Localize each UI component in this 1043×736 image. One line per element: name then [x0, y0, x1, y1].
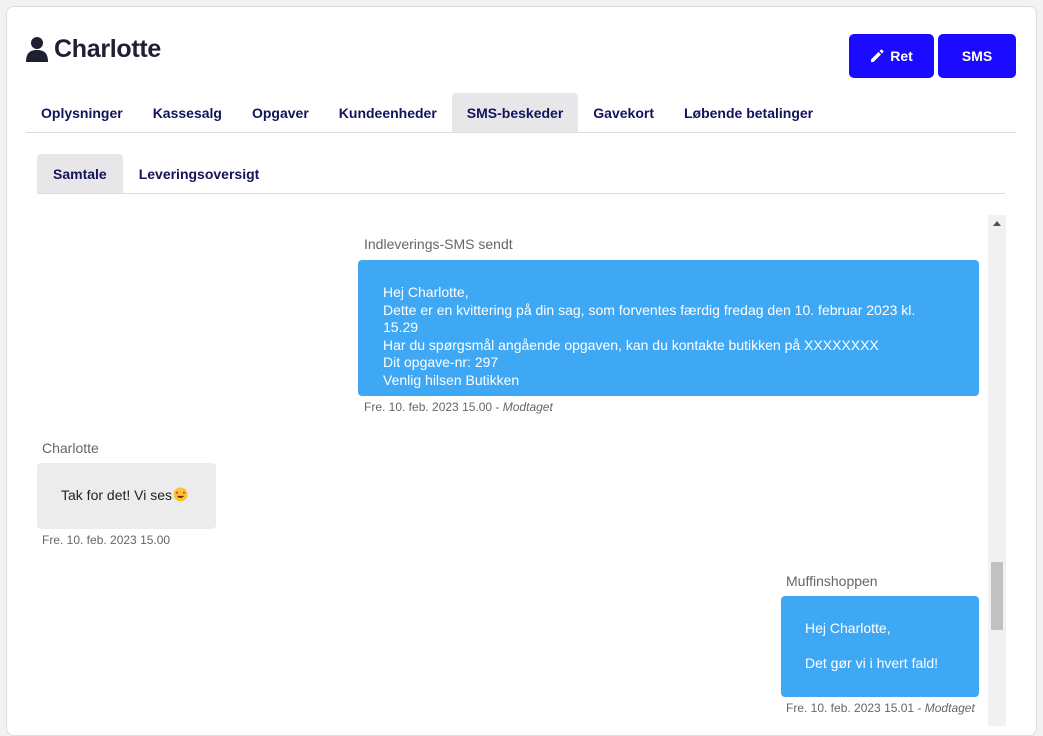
message-line: Dette er en kvittering på din sag, som f…: [383, 301, 916, 336]
message-bubble-incoming: Tak for det! Vi ses: [37, 463, 216, 529]
tab-lobende-betalinger[interactable]: Løbende betalinger: [669, 93, 828, 132]
subtab-samtale[interactable]: Samtale: [37, 154, 123, 193]
scrollbar-thumb[interactable]: [991, 562, 1003, 630]
message-bubble-outgoing: Hej Charlotte, Det gør vi i hvert fald!: [781, 596, 979, 697]
message-line: Dit opgave-nr: 297: [383, 354, 499, 370]
message-line: [805, 638, 955, 656]
message-timestamp: Fre. 10. feb. 2023 15.01: [786, 701, 915, 715]
sms-button[interactable]: SMS: [938, 34, 1016, 78]
message-status: Modtaget: [924, 701, 975, 715]
sms-button-label: SMS: [961, 48, 993, 64]
message-line: Har du spørgsmål angående opgaven, kan d…: [383, 336, 879, 353]
message-timestamp: Fre. 10. feb. 2023 15.00: [42, 533, 171, 547]
message-line: Tak for det! Vi ses: [61, 487, 173, 503]
message-bubble-outgoing: Hej Charlotte, Dette er en kvittering på…: [358, 260, 979, 396]
message-line: Venlig hilsen Butikken: [383, 371, 520, 388]
conversation-scrollbar[interactable]: [988, 215, 1006, 726]
message-sender: Indleverings-SMS sendt: [364, 236, 513, 252]
page-title: Charlotte: [26, 34, 161, 64]
tab-sms-beskeder[interactable]: SMS-beskeder: [451, 93, 579, 132]
message-sender: Muffinshoppen: [786, 573, 878, 589]
message-meta: Fre. 10. feb. 2023 15.01 - Modtaget: [786, 701, 975, 715]
user-icon: [26, 36, 48, 62]
subtab-leveringsoversigt[interactable]: Leveringsoversigt: [123, 154, 276, 193]
tab-oplysninger[interactable]: Oplysninger: [26, 93, 138, 132]
message-line: Hej Charlotte,: [383, 284, 469, 300]
smiling-face-with-heart-eyes-icon: [173, 487, 188, 502]
message-line: Det gør vi i hvert fald!: [805, 655, 939, 671]
sms-subtabs: Samtale Leveringsoversigt: [37, 154, 1005, 194]
message-meta: Fre. 10. feb. 2023 15.00 - Modtaget: [364, 400, 553, 414]
scroll-up-arrow-icon[interactable]: [988, 215, 1006, 232]
message-line: Hej Charlotte,: [805, 620, 891, 636]
main-tabs: Oplysninger Kassesalg Opgaver Kundeenhed…: [26, 93, 1016, 133]
tab-kassesalg[interactable]: Kassesalg: [138, 93, 237, 132]
conversation-pane[interactable]: Indleverings-SMS sendt Hej Charlotte, De…: [37, 215, 988, 726]
message-timestamp: Fre. 10. feb. 2023 15.00: [364, 400, 493, 414]
edit-button-label: Ret: [890, 48, 913, 64]
customer-name: Charlotte: [54, 34, 162, 63]
edit-button[interactable]: Ret: [849, 34, 934, 78]
message-status: Modtaget: [502, 400, 553, 414]
tab-opgaver[interactable]: Opgaver: [237, 93, 324, 132]
tab-kundeenheder[interactable]: Kundeenheder: [324, 93, 452, 132]
message-sender: Charlotte: [42, 440, 99, 456]
pencil-icon: [870, 49, 884, 63]
tab-gavekort[interactable]: Gavekort: [578, 93, 669, 132]
